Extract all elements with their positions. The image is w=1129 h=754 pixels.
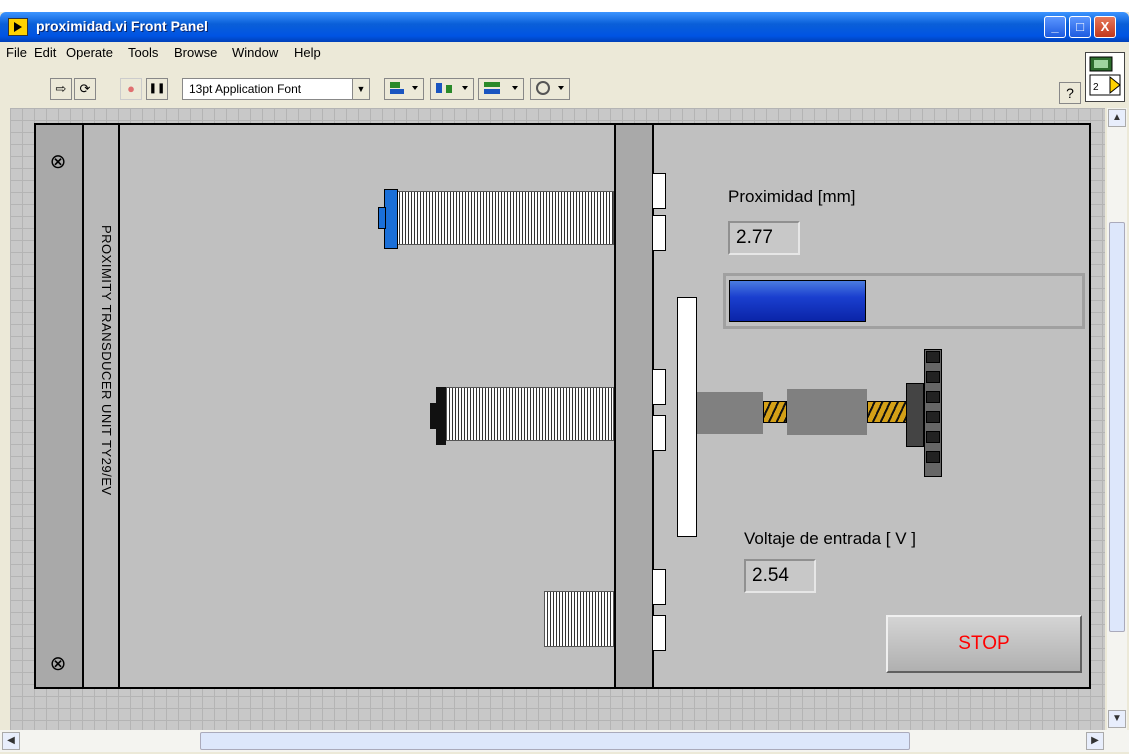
horizontal-scroll-thumb[interactable]	[200, 732, 910, 750]
menu-tools[interactable]: Tools	[128, 45, 158, 60]
plate-tab	[652, 173, 666, 209]
run-continuously-button[interactable]: ⟳	[74, 78, 96, 100]
pause-button[interactable]: ❚❚	[146, 78, 168, 100]
vertical-scroll-thumb[interactable]	[1109, 222, 1125, 632]
threaded-shaft	[867, 401, 907, 423]
proximity-sensor-middle	[446, 387, 614, 441]
sensor-cap-blue	[384, 189, 398, 249]
maximize-button[interactable]: □	[1069, 16, 1091, 38]
menu-help[interactable]: Help	[294, 45, 321, 60]
distribute-objects-icon	[436, 83, 468, 93]
window-title: proximidad.vi Front Panel	[36, 18, 208, 34]
menu-edit[interactable]: Edit	[34, 45, 56, 60]
menu-window[interactable]: Window	[232, 45, 278, 60]
gear-tooth	[926, 411, 940, 423]
gear-tooth	[926, 451, 940, 463]
scroll-left-button[interactable]: ◀	[2, 732, 20, 750]
screw-icon: ⊗	[49, 151, 67, 173]
reorder-icon	[536, 81, 564, 95]
panel-left-rail: ⊗ ⊗	[36, 125, 84, 687]
mounting-plate	[614, 125, 654, 687]
gear-tooth	[926, 391, 940, 403]
proximity-sensor-top	[396, 191, 614, 245]
vi-icon[interactable]: 2	[1085, 52, 1125, 102]
context-help-button[interactable]: ?	[1059, 82, 1081, 104]
scroll-up-button[interactable]: ▲	[1108, 109, 1126, 127]
voltage-indicator: 2.54	[744, 559, 816, 593]
transducer-unit-label: PROXIMITY TRANSDUCER UNIT TY29/EV	[99, 225, 114, 496]
plate-tab	[652, 569, 666, 605]
font-select[interactable]: 13pt Application Font ▼	[182, 78, 370, 100]
sensor-cap-black	[430, 403, 436, 429]
plate-tab	[652, 369, 666, 405]
resize-objects-icon	[484, 82, 518, 94]
target-plate	[677, 297, 697, 537]
menu-browse[interactable]: Browse	[174, 45, 217, 60]
close-button[interactable]: X	[1094, 16, 1116, 38]
minimize-button[interactable]: _	[1044, 16, 1066, 38]
proximity-indicator: 2.77	[728, 221, 800, 255]
proximity-label: Proximidad [mm]	[728, 187, 856, 206]
stop-button[interactable]: STOP	[886, 615, 1082, 673]
gear-tooth	[926, 431, 940, 443]
sensor-cap-blue	[378, 207, 386, 229]
svg-text:2: 2	[1093, 82, 1099, 93]
proximity-bar	[723, 273, 1085, 329]
gear-tooth	[926, 371, 940, 383]
font-dropdown-arrow: ▼	[352, 79, 369, 99]
plate-tab	[652, 415, 666, 451]
shaft-collar	[697, 392, 763, 434]
vi-connector-icon: 2	[1089, 56, 1121, 96]
reorder-button[interactable]	[530, 78, 570, 100]
abort-button[interactable]: ●	[120, 78, 142, 100]
align-objects-icon	[390, 82, 418, 94]
shaft-coupling	[787, 389, 867, 435]
gear-tooth	[926, 351, 940, 363]
proximity-sensor-bottom	[544, 591, 614, 647]
plate-tab	[652, 615, 666, 651]
adjustment-nut	[906, 383, 924, 447]
run-button[interactable]: ⇨	[50, 78, 72, 100]
distribute-objects-button[interactable]	[430, 78, 474, 100]
title-bar: proximidad.vi Front Panel _ □ X	[0, 12, 1129, 42]
transducer-panel: ⊗ ⊗ PROXIMITY TRANSDUCER UNIT TY29/EV Pr…	[34, 123, 1091, 689]
toolbar: ⇨ ⟳ ● ❚❚ 13pt Application Font ▼	[0, 64, 1129, 110]
menu-file[interactable]: File	[6, 45, 27, 60]
menu-bar: File Edit Operate Tools Browse Window He…	[0, 42, 1129, 64]
threaded-shaft	[763, 401, 787, 423]
font-select-value: 13pt Application Font	[189, 82, 302, 96]
plate-tab	[652, 215, 666, 251]
scroll-right-button[interactable]: ▶	[1086, 732, 1104, 750]
sensor-cap-black	[436, 387, 446, 445]
screw-icon: ⊗	[49, 653, 67, 675]
voltage-label: Voltaje de entrada [ V ]	[744, 529, 917, 548]
scroll-down-button[interactable]: ▼	[1108, 710, 1126, 728]
menu-operate[interactable]: Operate	[66, 45, 113, 60]
proximity-bar-fill	[729, 280, 866, 322]
labview-app-icon	[8, 18, 28, 36]
resize-objects-button[interactable]	[478, 78, 524, 100]
align-objects-button[interactable]	[384, 78, 424, 100]
